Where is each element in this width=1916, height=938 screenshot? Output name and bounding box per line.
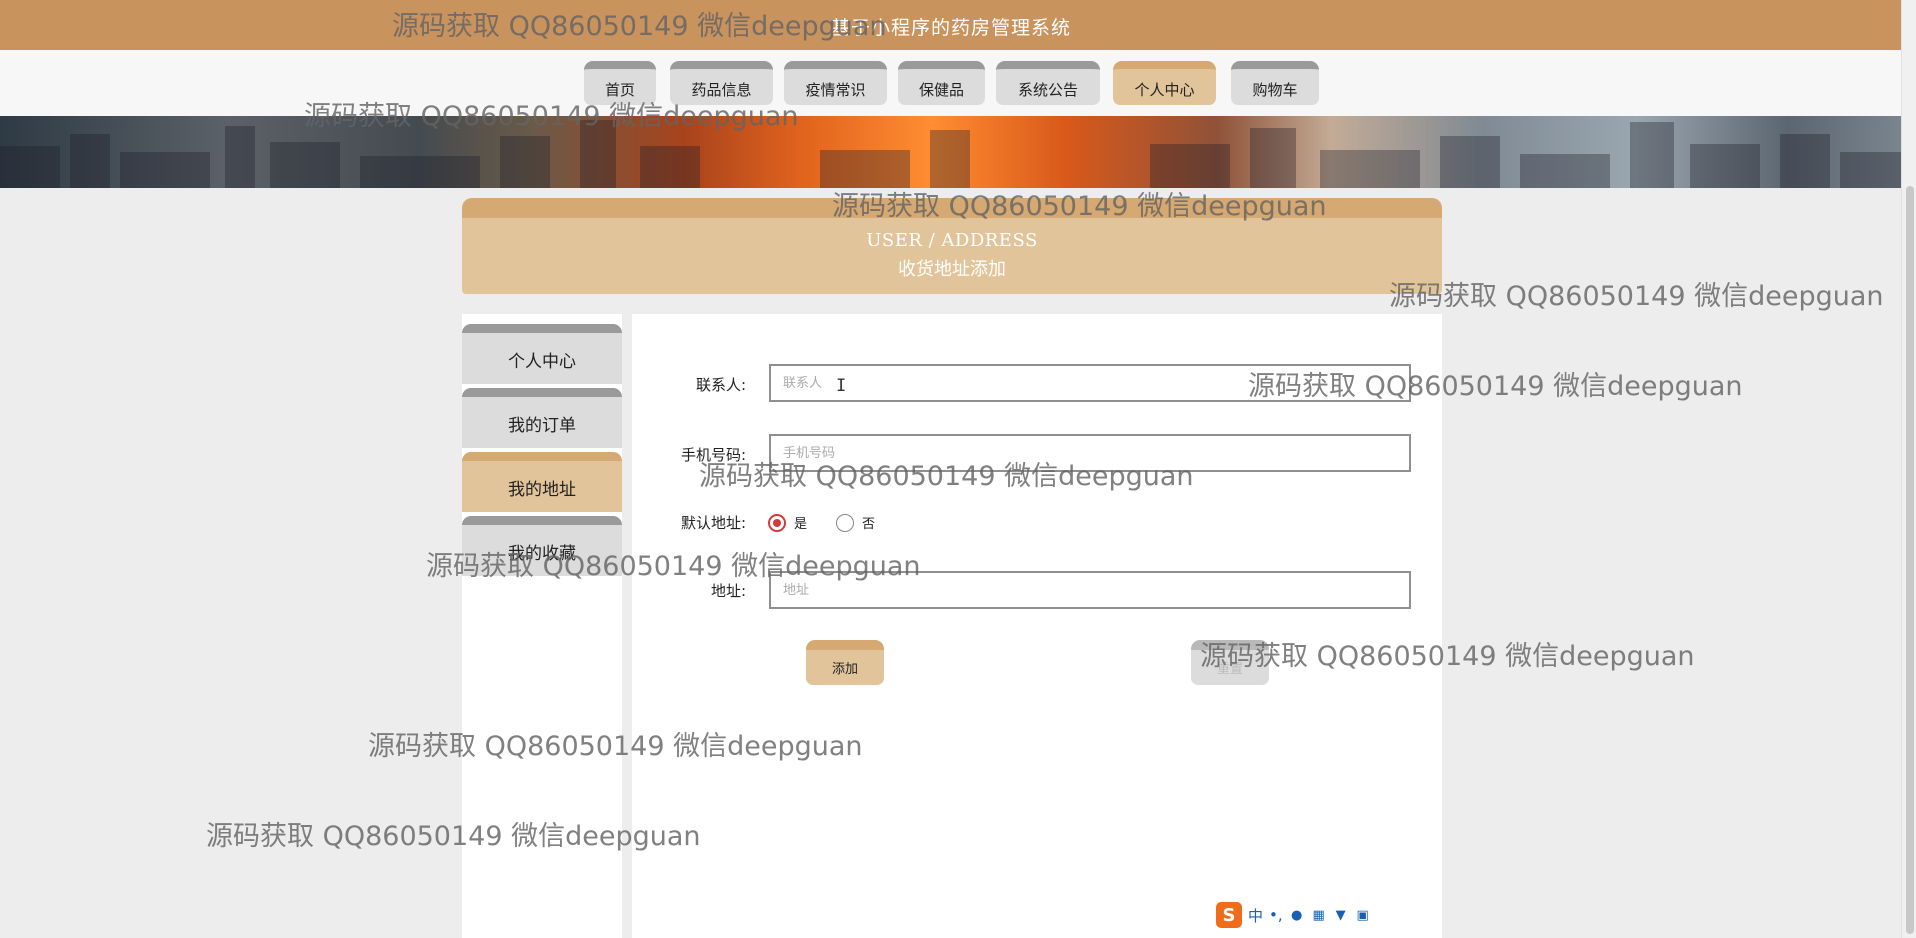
radio-checked-icon xyxy=(768,513,786,532)
keyboard-icon[interactable]: ▦ xyxy=(1311,907,1327,923)
address-input[interactable] xyxy=(769,571,1411,609)
default-no-radio[interactable]: 否 xyxy=(836,513,875,532)
nav-item-health-products[interactable]: 保健品 xyxy=(898,61,985,105)
main-nav: 首页 药品信息 疫情常识 保健品 系统公告 个人中心 购物车 xyxy=(0,61,1916,105)
contact-input[interactable] xyxy=(769,364,1411,402)
site-title: 基于小程序的药房管理系统 xyxy=(830,17,1071,39)
vertical-scrollbar[interactable] xyxy=(1901,0,1916,938)
skin-shirt-icon[interactable]: ▼ xyxy=(1333,907,1349,923)
default-yes-radio[interactable]: 是 xyxy=(768,513,807,532)
nav-item-cart[interactable]: 购物车 xyxy=(1231,61,1319,105)
address-label: 地址: xyxy=(710,582,746,600)
address-form-panel xyxy=(632,314,1442,938)
nav-item-personal-center[interactable]: 个人中心 xyxy=(1113,61,1216,105)
watermark-text: 源码获取 QQ86050149 微信deepguan xyxy=(1389,281,1884,312)
phone-input[interactable] xyxy=(769,434,1411,472)
nav-item-home[interactable]: 首页 xyxy=(584,61,656,105)
section-header: USER / ADDRESS 收货地址添加 xyxy=(462,198,1442,294)
nav-item-medicine-info[interactable]: 药品信息 xyxy=(670,61,773,105)
top-header-bar: 基于小程序的药房管理系统 xyxy=(0,0,1902,51)
phone-label: 手机号码: xyxy=(680,446,746,464)
nav-item-announcements[interactable]: 系统公告 xyxy=(996,61,1100,105)
toolbox-grid-icon[interactable]: ▣ xyxy=(1355,907,1371,923)
default-yes-label: 是 xyxy=(794,517,808,532)
watermark-text: 源码获取 QQ86050149 微信deepguan xyxy=(206,821,701,852)
contact-label: 联系人: xyxy=(695,376,746,394)
microphone-icon[interactable]: ● xyxy=(1289,907,1305,923)
city-banner-image xyxy=(0,116,1902,188)
default-address-label: 默认地址: xyxy=(680,514,746,532)
sidebar-item-my-address[interactable]: 我的地址 xyxy=(462,452,622,512)
ime-lang-toggle[interactable]: 中 xyxy=(1248,905,1263,926)
text-cursor-icon: I xyxy=(836,376,847,396)
section-title-en: USER / ADDRESS xyxy=(866,230,1038,251)
radio-unchecked-icon xyxy=(836,513,854,532)
sogou-logo-icon: S xyxy=(1216,902,1242,928)
reset-button[interactable]: 重置 xyxy=(1191,640,1269,685)
sidebar-item-personal-center[interactable]: 个人中心 xyxy=(462,324,622,384)
add-button[interactable]: 添加 xyxy=(806,640,884,685)
default-no-label: 否 xyxy=(862,517,876,532)
nav-item-epidemic-knowledge[interactable]: 疫情常识 xyxy=(784,61,887,105)
ime-punct-toggle[interactable]: •, xyxy=(1269,906,1283,924)
section-title-cn: 收货地址添加 xyxy=(898,259,1006,280)
scrollbar-thumb[interactable] xyxy=(1906,186,1914,934)
sidebar-item-my-favorites[interactable]: 我的收藏 xyxy=(462,516,622,576)
skyline-graphic xyxy=(0,120,1902,188)
ime-toolbar[interactable]: S 中 •, ● ▦ ▼ ▣ xyxy=(1212,900,1375,930)
sidebar-item-my-orders[interactable]: 我的订单 xyxy=(462,388,622,448)
